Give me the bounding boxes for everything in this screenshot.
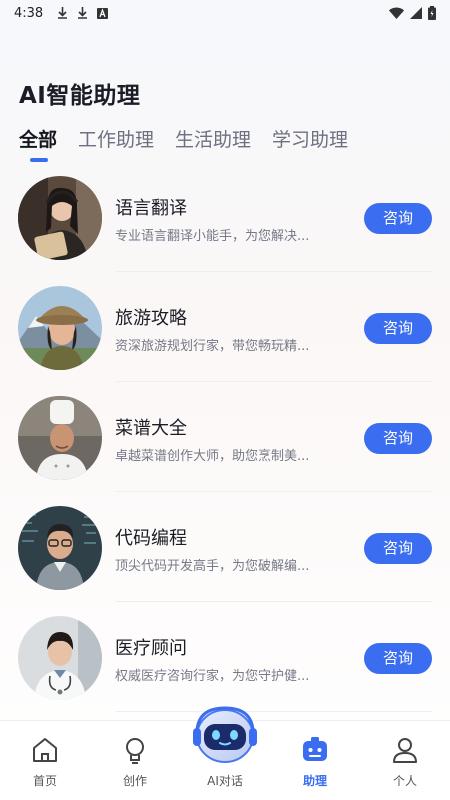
category-tabs: 全部 工作助理 生活助理 学习助理 [19,125,348,162]
avatar-doctor [18,616,102,700]
lightbulb-icon [126,738,144,764]
assistant-name: 菜谱大全 [115,418,187,439]
download-icon [78,7,88,19]
assistant-desc: 权威医疗咨询行家，为您守护健... [115,669,310,684]
consult-button[interactable]: 咨询 [364,203,432,234]
assistant-item-coding[interactable]: 代码编程 顶尖代码开发高手，为您破解编... 咨询 [18,492,432,602]
avatar-programmer [18,506,102,590]
consult-button[interactable]: 咨询 [364,423,432,454]
assistant-name: 旅游攻略 [115,308,187,329]
home-icon [33,738,57,762]
nav-label: 个人 [392,774,417,788]
status-bar: 4:38 [0,0,450,26]
tab-study[interactable]: 学习助理 [272,125,348,162]
assistant-desc: 专业语言翻译小能手，为您解决... [115,229,310,244]
battery-icon [428,6,436,20]
wifi-icon [389,7,404,19]
status-time: 4:38 [14,5,44,21]
ai-robot-icon [193,706,257,763]
assistant-item-travel[interactable]: 旅游攻略 资深旅游规划行家，带您畅玩精... 咨询 [18,272,432,382]
nav-home[interactable]: 首页 [0,721,90,800]
assistant-desc: 资深旅游规划行家，带您畅玩精... [115,339,310,354]
nav-profile[interactable]: 个人 [360,721,450,800]
assistant-list: 语言翻译 专业语言翻译小能手，为您解决... 咨询 旅游攻略 资深旅游规划行家，… [0,162,450,712]
assistant-name: 代码编程 [115,528,187,549]
tab-all[interactable]: 全部 [19,125,57,162]
font-notification-icon [97,7,109,19]
signal-icon [410,7,422,19]
assistant-name: 医疗顾问 [115,638,187,659]
robot-assistant-icon [303,737,327,761]
assistant-item-translation[interactable]: 语言翻译 专业语言翻译小能手，为您解决... 咨询 [18,162,432,272]
avatar-chef [18,396,102,480]
nav-create[interactable]: 创作 [90,721,180,800]
assistant-desc: 顶尖代码开发高手，为您破解编... [115,559,310,574]
assistant-item-recipe[interactable]: 菜谱大全 卓越菜谱创作大师，助您烹制美... 咨询 [18,382,432,492]
ai-chat-bot-button[interactable] [191,700,259,768]
tab-work[interactable]: 工作助理 [78,125,154,162]
avatar-travel-guide [18,286,102,370]
person-icon [393,738,417,763]
download-icon [58,7,68,19]
consult-button[interactable]: 咨询 [364,643,432,674]
assistant-name: 语言翻译 [115,198,187,219]
nav-label: 创作 [122,774,147,788]
page-title: AI智能助理 [19,83,141,109]
assistant-desc: 卓越菜谱创作大师，助您烹制美... [115,449,310,464]
nav-assistant[interactable]: 助理 [270,721,360,800]
avatar-translator [18,176,102,260]
tab-life[interactable]: 生活助理 [175,125,251,162]
consult-button[interactable]: 咨询 [364,313,432,344]
assistant-item-medical[interactable]: 医疗顾问 权威医疗咨询行家，为您守护健... 咨询 [18,602,432,712]
nav-label: 助理 [302,774,327,788]
nav-label: 首页 [32,774,57,788]
nav-label: AI对话 [207,774,243,788]
consult-button[interactable]: 咨询 [364,533,432,564]
